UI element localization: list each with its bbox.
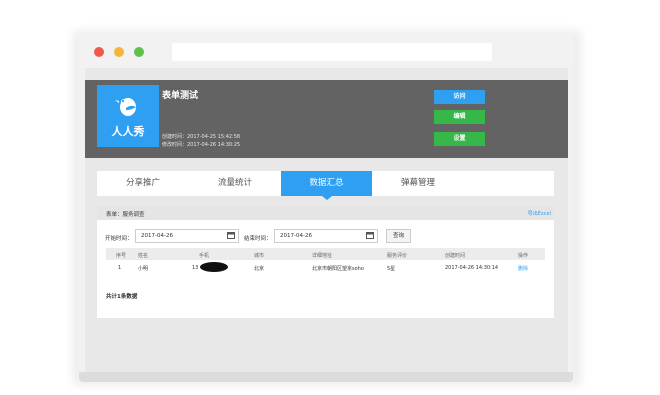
tab-traffic[interactable]: 流量统计 [189,171,281,196]
form-title: 表单测试 [162,91,199,101]
column-header: 服务评价 [387,253,408,259]
cell-created: 2017-04-26 14:30:14 [445,265,499,271]
tab-data-summary[interactable]: 数据汇总 [281,171,372,196]
table-header: 序号 姓名 手机 城市 详细地址 服务评价 创建时间 操作 [106,248,545,260]
cell-name: 小明 [138,266,149,272]
table-row: 1 小明 13 北京 北京市朝阳区望京soho 5星 2017-04-26 14… [106,261,545,273]
settings-button[interactable]: 设置 [434,132,485,146]
panel-title: 表单：服务调查 [106,212,145,218]
form-header: 人人秀 表单测试 创建时间：2017-04-25 15:42:58 修改时间：2… [85,80,568,158]
edit-button[interactable]: 编辑 [434,110,485,124]
column-header: 姓名 [138,253,149,259]
window-footer [79,372,573,382]
browser-window: 人人秀 表单测试 创建时间：2017-04-25 15:42:58 修改时间：2… [79,34,573,382]
column-header: 详细地址 [312,253,333,259]
address-bar[interactable] [172,43,492,61]
panel-header: 表单：服务调查 导出Excel [97,206,554,220]
bird-icon [115,98,136,116]
table-total: 共计1条数据 [106,294,138,300]
cell-rating: 5星 [387,266,396,272]
start-time-label: 开始时间： [105,236,133,242]
delete-link[interactable]: 删除 [518,265,528,272]
cell-phone: 13 [192,265,199,271]
redaction-mask [200,262,228,272]
browser-titlebar [79,34,573,68]
query-button[interactable]: 查询 [386,229,411,243]
tab-share[interactable]: 分享推广 [97,171,189,196]
cell-no: 1 [118,265,122,271]
tab-danmaku[interactable]: 弹幕管理 [372,171,464,196]
close-dot-icon[interactable] [94,47,104,57]
active-tab-caret [322,196,332,200]
cell-address: 北京市朝阳区望京soho [312,266,364,272]
export-excel-link[interactable]: 导出Excel [528,210,551,217]
app-logo: 人人秀 [97,85,159,147]
modified-time: 修改时间：2017-04-26 14:30:25 [162,142,241,148]
end-time-label: 结束时间： [244,236,272,242]
column-header: 城市 [254,253,265,259]
page-content: 人人秀 表单测试 创建时间：2017-04-25 15:42:58 修改时间：2… [85,68,568,372]
column-header: 创建时间 [445,253,466,259]
created-time: 创建时间：2017-04-25 15:42:58 [162,134,241,140]
data-panel: 表单：服务调查 导出Excel 开始时间： 2017-04-26 结束时间： 2… [97,206,554,318]
minimize-dot-icon[interactable] [114,47,124,57]
column-header: 序号 [116,253,127,259]
start-date-input[interactable]: 2017-04-26 [135,229,239,243]
maximize-dot-icon[interactable] [134,47,144,57]
end-date-input[interactable]: 2017-04-26 [274,229,378,243]
calendar-icon[interactable] [227,231,235,239]
visit-button[interactable]: 访问 [434,90,485,104]
cell-city: 北京 [254,266,265,272]
calendar-icon[interactable] [366,231,374,239]
column-header: 手机 [199,253,210,259]
column-header: 操作 [518,253,529,259]
tab-bar: 分享推广 流量统计 数据汇总 弹幕管理 [97,171,554,200]
logo-text: 人人秀 [111,125,145,138]
